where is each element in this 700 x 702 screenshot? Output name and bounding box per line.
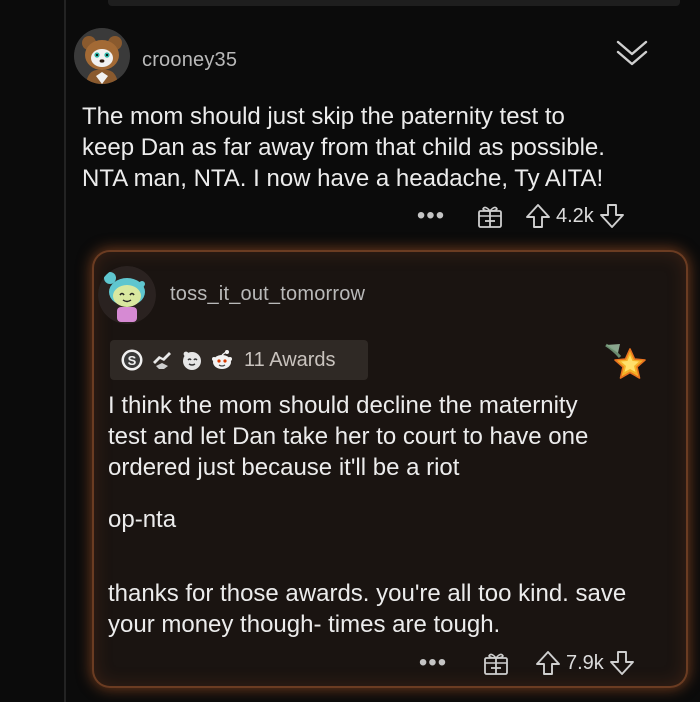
gift-award-icon	[478, 206, 502, 228]
helpful-award-icon	[150, 348, 174, 372]
more-options-button[interactable]: •••	[416, 204, 446, 228]
gift-award-icon	[484, 653, 508, 675]
upvote-icon	[526, 204, 550, 228]
comment-thread-screen: crooney35 The mom should just skip the p…	[0, 0, 700, 702]
wholesome-award-icon	[180, 348, 204, 372]
reply-body-paragraph-1: I think the mom should decline the mater…	[108, 392, 589, 481]
upvote-icon	[536, 651, 560, 675]
reply-body-paragraph-3: thanks for those awards. you're all too …	[108, 580, 627, 638]
avatar[interactable]	[74, 28, 130, 84]
reply-action-bar: ••• 7.9k	[418, 648, 680, 678]
comment-action-bar: ••• 4.2k	[416, 201, 682, 231]
snoo-award-icon	[210, 348, 234, 372]
top-comment: crooney35 The mom should just skip the p…	[72, 20, 682, 242]
vote-score: 4.2k	[556, 204, 594, 227]
awards-count: 11 Awards	[244, 348, 336, 371]
collapse-button[interactable]	[610, 36, 654, 72]
avatar-bear-image	[74, 28, 130, 84]
comment-body: The mom should just skip the paternity t…	[82, 103, 605, 192]
reply-avatar[interactable]	[98, 266, 156, 324]
svg-text:S: S	[128, 353, 137, 368]
reply-comment-card: toss_it_out_tomorrow S 11 Awards I think…	[94, 252, 686, 686]
give-award-button[interactable]	[482, 649, 510, 677]
star-award-icon	[604, 341, 648, 385]
silver-award-icon: S	[120, 348, 144, 372]
vote-score: 7.9k	[566, 651, 604, 674]
avatar-snoo-image	[98, 266, 156, 324]
downvote-icon	[609, 651, 634, 675]
previous-comment-edge	[108, 0, 680, 6]
upvote-button[interactable]	[534, 649, 562, 677]
downvote-button[interactable]	[598, 202, 626, 230]
reply-body-paragraph-2: op-nta	[108, 506, 177, 533]
give-award-button[interactable]	[476, 202, 504, 230]
reply-username[interactable]: toss_it_out_tomorrow	[170, 283, 365, 306]
downvote-icon	[599, 204, 624, 228]
more-options-button[interactable]: •••	[418, 651, 448, 675]
username[interactable]: crooney35	[142, 49, 237, 72]
collapse-chevrons-icon	[616, 40, 648, 66]
downvote-button[interactable]	[608, 649, 636, 677]
upvote-button[interactable]	[524, 202, 552, 230]
thread-line[interactable]	[64, 0, 66, 702]
awards-button[interactable]: S 11 Awards	[110, 340, 368, 380]
